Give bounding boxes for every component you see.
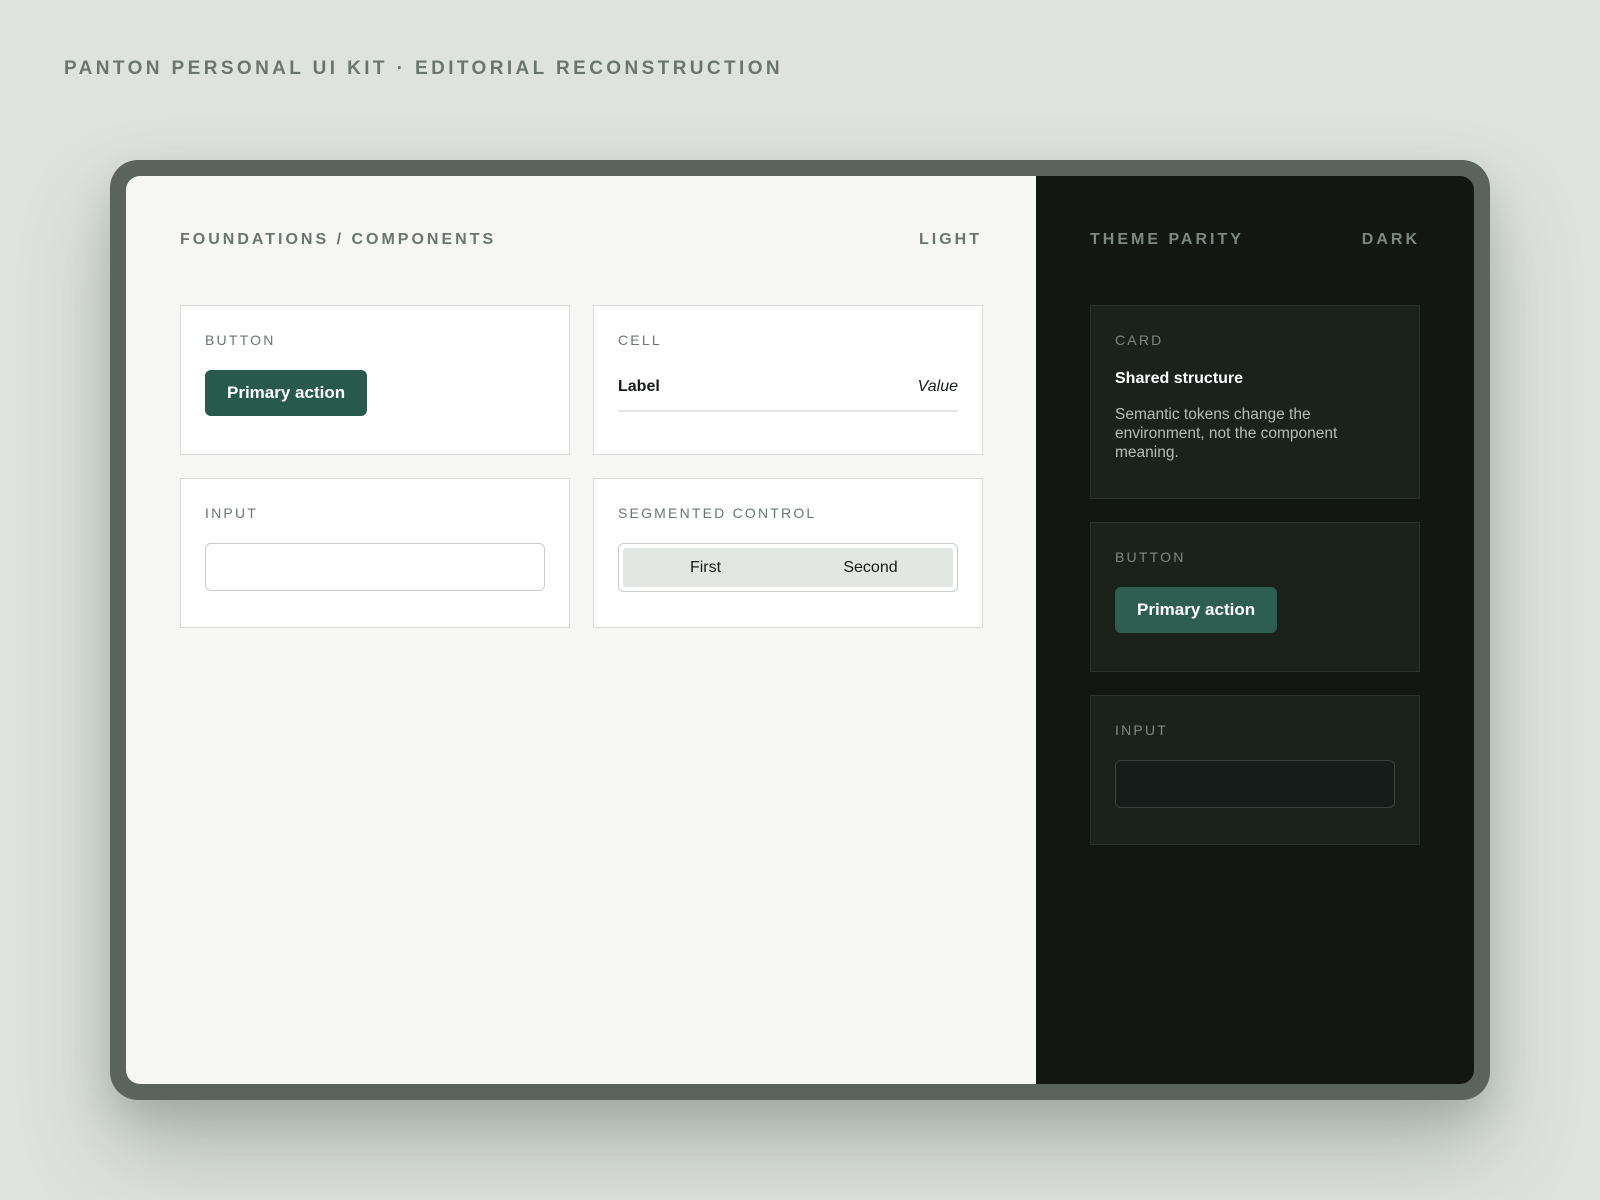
- input-card-label: INPUT: [205, 505, 258, 521]
- light-mode-label: LIGHT: [919, 231, 982, 248]
- cell-card-label: CELL: [618, 332, 662, 348]
- dark-button-card-label: BUTTON: [1115, 549, 1186, 565]
- dark-theme-pane: THEME PARITY DARK CARD Shared structure …: [1036, 176, 1474, 1084]
- segmented-control: First Second: [618, 543, 958, 592]
- dark-button-card: BUTTON Primary action: [1090, 522, 1420, 672]
- dark-input-card-label: INPUT: [1115, 722, 1168, 738]
- dark-pane-title: THEME PARITY: [1090, 231, 1244, 248]
- dark-card: CARD Shared structure Semantic tokens ch…: [1090, 305, 1420, 499]
- button-card: BUTTON Primary action: [180, 305, 570, 455]
- dark-card-heading: Shared structure: [1115, 370, 1244, 387]
- cell-row[interactable]: Label Value: [618, 378, 958, 412]
- dark-primary-action-button[interactable]: Primary action: [1115, 587, 1278, 633]
- dark-card-label: CARD: [1115, 332, 1164, 348]
- page-caption: PANTON PERSONAL UI KIT · EDITORIAL RECON…: [64, 58, 784, 79]
- segmented-control-card: SEGMENTED CONTROL First Second: [593, 478, 983, 628]
- dark-card-body: Semantic tokens change the environment, …: [1115, 406, 1338, 461]
- dark-input-card: INPUT: [1090, 695, 1420, 845]
- segmented-control-label: SEGMENTED CONTROL: [618, 505, 817, 521]
- component-grid: BUTTON Primary action CELL Label Value I…: [180, 305, 983, 628]
- cell-value: Value: [917, 378, 958, 395]
- device-screen: FOUNDATIONS / COMPONENTS LIGHT BUTTON Pr…: [126, 176, 1474, 1084]
- light-pane-title: FOUNDATIONS / COMPONENTS: [180, 231, 497, 248]
- segment-second[interactable]: Second: [788, 548, 953, 587]
- cell-card: CELL Label Value: [593, 305, 983, 455]
- input-card: INPUT: [180, 478, 570, 628]
- dark-pane-header: THEME PARITY DARK: [1090, 231, 1420, 249]
- button-card-label: BUTTON: [205, 332, 276, 348]
- dark-mode-label: DARK: [1361, 231, 1420, 248]
- dark-text-input[interactable]: [1115, 760, 1395, 808]
- segmented-track: First Second: [623, 548, 953, 587]
- light-pane-header: FOUNDATIONS / COMPONENTS LIGHT: [180, 231, 982, 249]
- primary-action-button[interactable]: Primary action: [205, 370, 368, 416]
- segment-first[interactable]: First: [623, 548, 788, 587]
- light-theme-pane: FOUNDATIONS / COMPONENTS LIGHT BUTTON Pr…: [126, 176, 1036, 1084]
- cell-label: Label: [618, 378, 660, 395]
- device-frame: FOUNDATIONS / COMPONENTS LIGHT BUTTON Pr…: [110, 160, 1490, 1100]
- text-input[interactable]: [205, 543, 545, 591]
